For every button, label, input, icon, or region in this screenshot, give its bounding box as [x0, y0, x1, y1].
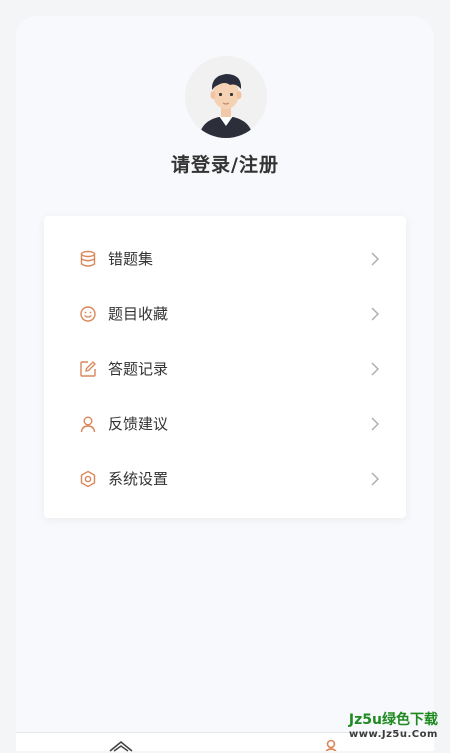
- avatar[interactable]: [185, 56, 267, 138]
- menu-card: 错题集 题目收藏 答题记录 反馈建议 系统设置: [44, 216, 406, 518]
- chevron-right-icon: [371, 417, 380, 431]
- menu-item-answer-history[interactable]: 答题记录: [44, 341, 406, 396]
- login-register-link[interactable]: 请登录/注册: [16, 150, 434, 177]
- menu-item-label: 反馈建议: [108, 415, 169, 433]
- chevron-right-icon: [371, 472, 380, 486]
- database-icon: [78, 249, 98, 269]
- chevron-right-icon: [371, 252, 380, 266]
- settings-icon: [78, 469, 98, 489]
- menu-item-label: 系统设置: [108, 470, 169, 488]
- menu-item-favorites[interactable]: 题目收藏: [44, 286, 406, 341]
- smile-icon: [78, 304, 98, 324]
- menu-item-wrong-questions[interactable]: 错题集: [44, 231, 406, 286]
- profile-tab-icon[interactable]: [324, 739, 338, 751]
- watermark-url: www.Jz5u.Com: [349, 729, 438, 740]
- menu-item-feedback[interactable]: 反馈建议: [44, 396, 406, 451]
- home-tab-icon[interactable]: [108, 739, 134, 753]
- watermark-brand: Jz5u绿色下载: [348, 712, 438, 728]
- edit-icon: [78, 359, 98, 379]
- phone-screen: 请登录/注册 错题集 题目收藏 答题记录 反馈建议 系统设置: [16, 16, 434, 750]
- user-icon: [78, 414, 98, 434]
- menu-item-label: 答题记录: [108, 360, 169, 378]
- watermark: Jz5u绿色下载 www.Jz5u.Com: [349, 709, 438, 740]
- avatar-illustration: [185, 56, 267, 138]
- chevron-right-icon: [371, 307, 380, 321]
- menu-item-label: 错题集: [108, 250, 154, 268]
- menu-item-settings[interactable]: 系统设置: [44, 451, 406, 506]
- chevron-right-icon: [371, 362, 380, 376]
- menu-item-label: 题目收藏: [108, 305, 169, 323]
